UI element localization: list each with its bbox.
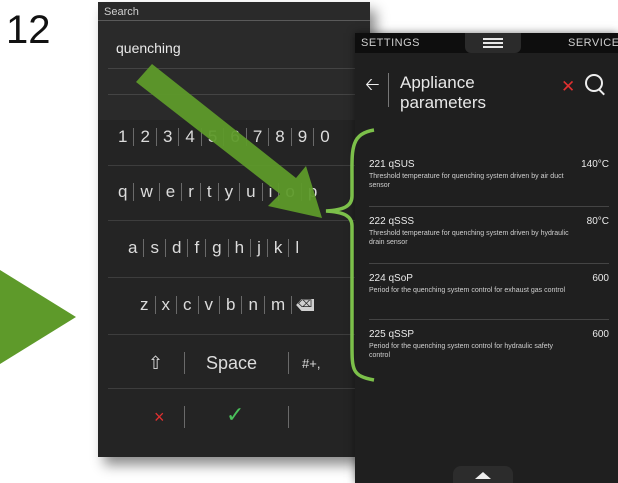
pointer-arrow <box>136 64 322 218</box>
annotation-overlay <box>136 64 375 382</box>
curly-brace <box>325 128 375 382</box>
